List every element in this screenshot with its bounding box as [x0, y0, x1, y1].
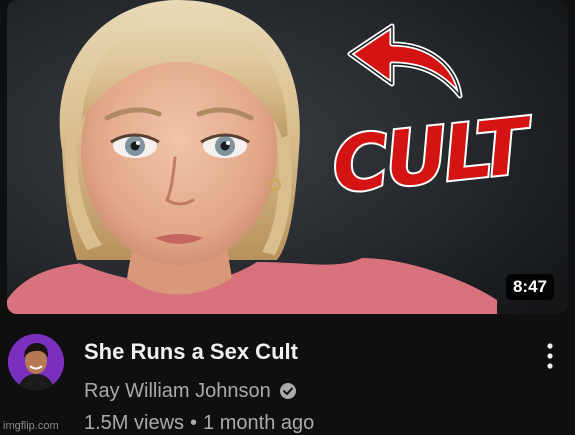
video-card[interactable]: CULT 8:47 She Runs a Sex Cult Ray Willia…: [0, 0, 575, 434]
video-meta: 1.5M views • 1 month ago: [84, 411, 314, 435]
thumbnail-overlay-text: CULT: [326, 99, 531, 212]
channel-avatar[interactable]: [8, 334, 64, 390]
avatar-image: [8, 334, 64, 390]
channel-row: Ray William Johnson: [84, 379, 297, 403]
watermark: imgflip.com: [3, 420, 59, 432]
duration-badge: 8:47: [505, 274, 554, 300]
view-count: 1.5M views: [84, 412, 185, 434]
channel-name[interactable]: Ray William Johnson: [84, 379, 271, 403]
video-details: She Runs a Sex Cult Ray William Johnson …: [0, 322, 575, 434]
verified-check-icon: [279, 383, 296, 399]
upload-age: 1 month ago: [203, 412, 315, 434]
video-thumbnail[interactable]: CULT 8:47: [7, 0, 568, 314]
video-title[interactable]: She Runs a Sex Cult: [84, 339, 298, 365]
meta-separator: •: [190, 412, 198, 434]
red-arrow-icon: [347, 23, 463, 99]
more-vert-icon[interactable]: [538, 340, 562, 372]
